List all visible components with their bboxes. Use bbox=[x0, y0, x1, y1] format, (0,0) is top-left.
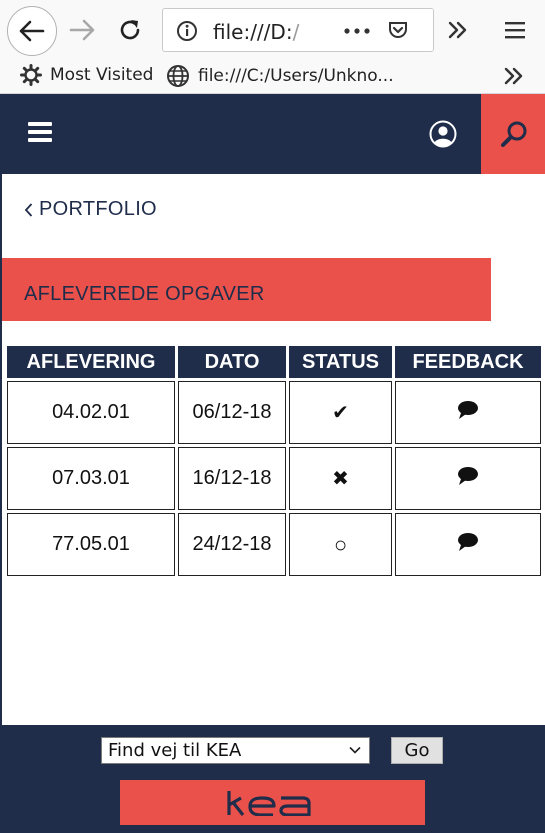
section-banner: AFLEVEREDE OPGAVER bbox=[2, 258, 491, 321]
bookmarks-overflow-button[interactable] bbox=[503, 66, 525, 86]
site-header bbox=[0, 94, 545, 174]
bookmark-most-visited[interactable]: Most Visited bbox=[20, 64, 153, 86]
back-button[interactable] bbox=[7, 6, 57, 56]
gear-icon bbox=[20, 64, 42, 86]
bookmark-label: file:///C:/Users/Unkno... bbox=[198, 66, 394, 86]
speech-bubble-icon[interactable] bbox=[457, 466, 479, 486]
user-icon[interactable] bbox=[429, 120, 457, 148]
reload-button[interactable] bbox=[117, 17, 143, 43]
back-link-label: PORTFOLIO bbox=[39, 198, 157, 220]
hamburger-icon[interactable] bbox=[28, 122, 52, 144]
column-header-dato: DATO bbox=[178, 346, 286, 378]
bookmark-label: Most Visited bbox=[50, 65, 154, 85]
circle-icon: ○ bbox=[333, 531, 348, 557]
cell-dato: 24/12-18 bbox=[178, 513, 286, 576]
main-content: PORTFOLIO AFLEVEREDE OPGAVER AFLEVERING … bbox=[0, 174, 545, 725]
double-chevron-right-icon bbox=[504, 67, 523, 85]
info-icon[interactable] bbox=[176, 20, 198, 42]
chevron-left-icon bbox=[24, 202, 33, 217]
cell-feedback[interactable] bbox=[395, 381, 541, 444]
cell-aflevering: 04.02.01 bbox=[7, 381, 175, 444]
column-header-aflevering: AFLEVERING bbox=[7, 346, 175, 378]
browser-chrome: file:///D:/ Most Visited file:///C:/User… bbox=[0, 0, 545, 94]
chevron-down-icon bbox=[349, 746, 361, 754]
bookmarks-toolbar: Most Visited file:///C:/Users/Unkno... bbox=[0, 58, 545, 94]
cell-aflevering: 07.03.01 bbox=[7, 447, 175, 510]
column-header-feedback: FEEDBACK bbox=[395, 346, 541, 378]
checkmark-icon: ✔ bbox=[332, 402, 349, 424]
cell-status: ○ bbox=[289, 513, 392, 576]
double-chevron-right-icon bbox=[448, 21, 467, 39]
kea-logo-mark bbox=[226, 790, 311, 816]
select-value: Find vej til KEA bbox=[108, 740, 242, 761]
url-text[interactable]: file:///D:/ bbox=[213, 20, 299, 44]
speech-bubble-icon[interactable] bbox=[457, 400, 479, 420]
cell-dato: 16/12-18 bbox=[178, 447, 286, 510]
search-icon bbox=[501, 121, 527, 147]
go-button[interactable]: Go bbox=[391, 737, 443, 764]
back-to-portfolio-link[interactable]: PORTFOLIO bbox=[24, 198, 157, 221]
cell-feedback[interactable] bbox=[395, 447, 541, 510]
cell-feedback[interactable] bbox=[395, 513, 541, 576]
cell-dato: 06/12-18 bbox=[178, 381, 286, 444]
table-row: 77.05.01 24/12-18 ○ bbox=[7, 513, 541, 576]
cross-icon: ✖ bbox=[332, 468, 349, 490]
site-footer: Find vej til KEA Go bbox=[0, 725, 545, 833]
overflow-toolbar-button[interactable] bbox=[446, 18, 470, 42]
browser-toolbar: file:///D:/ bbox=[0, 0, 545, 58]
url-bar[interactable]: file:///D:/ bbox=[162, 8, 434, 52]
globe-icon bbox=[167, 65, 189, 87]
search-button[interactable] bbox=[481, 94, 545, 174]
cell-status: ✔ bbox=[289, 381, 392, 444]
speech-bubble-icon[interactable] bbox=[457, 532, 479, 552]
table-header-row: AFLEVERING DATO STATUS FEEDBACK bbox=[7, 346, 541, 378]
pocket-icon[interactable] bbox=[387, 20, 409, 42]
menu-icon bbox=[505, 22, 525, 39]
bookmark-file[interactable]: file:///C:/Users/Unkno... bbox=[166, 64, 394, 88]
location-select[interactable]: Find vej til KEA bbox=[101, 737, 370, 764]
section-title: AFLEVEREDE OPGAVER bbox=[24, 283, 265, 305]
app-menu-button[interactable] bbox=[503, 19, 527, 41]
forward-button[interactable] bbox=[68, 18, 96, 42]
kea-logo[interactable] bbox=[120, 780, 425, 825]
table-row: 07.03.01 16/12-18 ✖ bbox=[7, 447, 541, 510]
cell-status: ✖ bbox=[289, 447, 392, 510]
forward-arrow-icon bbox=[69, 19, 95, 41]
submissions-table: AFLEVERING DATO STATUS FEEDBACK 04.02.01… bbox=[4, 343, 544, 579]
page-actions-icon[interactable] bbox=[344, 28, 370, 34]
back-arrow-icon bbox=[19, 20, 45, 42]
cell-aflevering: 77.05.01 bbox=[7, 513, 175, 576]
table-row: 04.02.01 06/12-18 ✔ bbox=[7, 381, 541, 444]
reload-icon bbox=[120, 20, 140, 40]
column-header-status: STATUS bbox=[289, 346, 392, 378]
